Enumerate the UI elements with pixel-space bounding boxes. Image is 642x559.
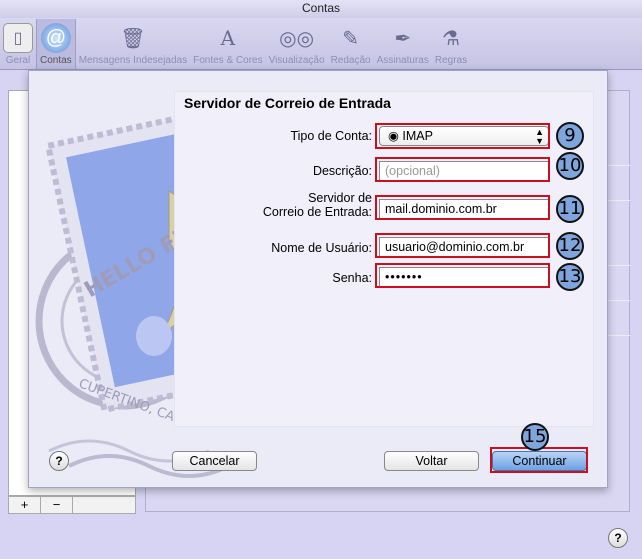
back-button[interactable]: Voltar [384,451,479,471]
username-label: Nome de Usuário: [271,241,372,255]
password-label: Senha: [332,271,372,285]
continue-highlight [490,447,588,473]
toolbar-rules[interactable]: ⚗ Regras [432,19,470,69]
preferences-toolbar: ▯ Geral @ Contas 🗑 Mensagens Indesejadas… [0,18,642,70]
rules-icon: ⚗ [442,27,460,50]
sheet-title: Servidor de Correio de Entrada [184,95,391,111]
callout-badge: 10 [556,152,584,180]
add-account-button[interactable]: + [9,497,41,513]
remove-account-button[interactable]: − [41,497,73,513]
fonts-icon: A [220,26,236,50]
window-help-button[interactable]: ? [608,528,628,548]
toolbar-composing[interactable]: ✎ Redação [328,19,374,69]
pen-icon: ✒ [394,27,412,50]
callout-badge: 12 [556,232,584,260]
description-highlight [375,157,550,182]
junk-icon: 🗑 [120,27,146,50]
username-highlight [375,233,550,258]
account-type-label: Tipo de Conta: [290,129,372,143]
incoming-server-label-line: Servidor de [308,191,372,205]
toolbar-fonts[interactable]: A Fontes & Cores [190,19,265,69]
glasses-icon: ◎◎ [279,27,315,50]
toolbar-viewing[interactable]: ◎◎ Visualização [266,19,328,69]
incoming-server-label-line: Correio de Entrada: [262,205,372,219]
callout-badge: 11 [556,195,584,223]
toolbar-label: Assinaturas [376,55,429,66]
toolbar-label: Regras [434,55,468,66]
window-title: Contas [0,0,642,18]
toolbar-junk[interactable]: 🗑 Mensagens Indesejadas [76,19,190,69]
cancel-button[interactable]: Cancelar [172,451,257,471]
switch-icon: ▯ [3,23,33,53]
toolbar-label: Geral [5,55,31,66]
incoming-server-label: Servidor de Correio de Entrada: [192,191,372,219]
toolbar-signatures[interactable]: ✒ Assinaturas [374,19,432,69]
password-highlight [375,263,550,288]
sheet-help-button[interactable]: ? [49,451,69,471]
toolbar-general[interactable]: ▯ Geral [0,19,36,69]
toolbar-label: Mensagens Indesejadas [78,55,188,66]
toolbar-accounts[interactable]: @ Contas [36,19,76,69]
callout-badge: 13 [556,263,584,291]
accounts-list-controls: + − [8,496,136,514]
callout-badge: 9 [556,122,584,150]
callout-badge: 15 [521,423,549,451]
at-icon: @ [40,23,71,53]
pencil-icon: ✎ [342,27,359,50]
server-highlight [375,195,550,220]
toolbar-label: Contas [40,55,72,66]
toolbar-label: Visualização [268,55,325,66]
description-label: Descrição: [312,164,372,178]
account-type-highlight [375,123,550,149]
toolbar-label: Redação [330,55,371,66]
preferences-window: Contas ▯ Geral @ Contas 🗑 Mensagens Inde… [0,0,642,559]
toolbar-label: Fontes & Cores [193,55,263,66]
